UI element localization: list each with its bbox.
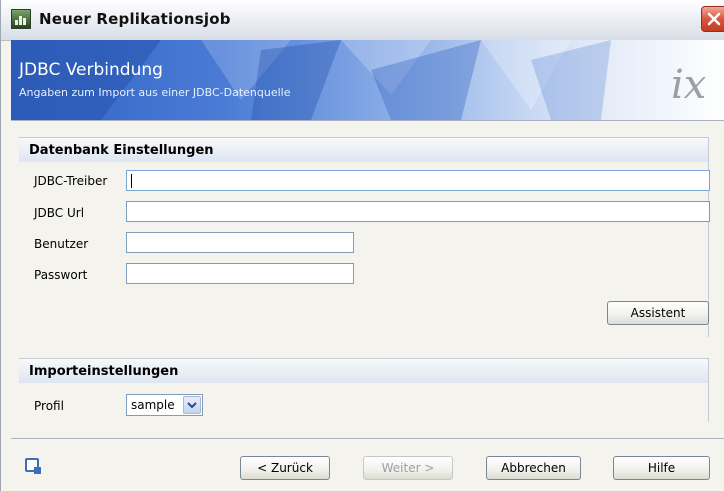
database-settings-group: Datenbank Einstellungen: [19, 137, 709, 337]
window-title: Neuer Replikationsjob: [39, 10, 231, 28]
user-field[interactable]: [126, 232, 354, 253]
profile-label: Profil: [34, 399, 64, 413]
dropdown-button[interactable]: [183, 396, 201, 414]
window-restore-icon[interactable]: [25, 458, 41, 474]
ix-logo: ix: [671, 62, 707, 108]
import-settings-group: Importeinstellungen: [19, 358, 709, 422]
jdbc-url-label: JDBC Url: [34, 206, 85, 220]
import-settings-header: Importeinstellungen: [19, 359, 708, 383]
banner-divider: [11, 120, 724, 121]
password-field[interactable]: [126, 263, 354, 284]
close-button[interactable]: [701, 6, 724, 32]
banner-decoration: [11, 40, 611, 120]
database-settings-header: Datenbank Einstellungen: [19, 138, 708, 162]
banner-title: JDBC Verbindung: [19, 60, 163, 80]
help-button[interactable]: Hilfe: [613, 456, 710, 480]
jdbc-url-field[interactable]: [126, 201, 710, 222]
back-button[interactable]: < Zurück: [240, 456, 330, 480]
database-settings-title: Datenbank Einstellungen: [29, 143, 214, 158]
jdbc-driver-label: JDBC-Treiber: [34, 174, 108, 188]
banner-subtitle: Angaben zum Import aus einer JDBC-Datenq…: [19, 86, 291, 99]
user-label: Benutzer: [34, 237, 89, 251]
text-caret: [131, 174, 132, 188]
chevron-down-icon: [187, 402, 197, 409]
cancel-button[interactable]: Abbrechen: [486, 456, 581, 480]
profile-selected-value: sample: [131, 398, 175, 412]
chart-window-icon: [11, 9, 31, 29]
import-settings-title: Importeinstellungen: [29, 364, 179, 379]
footer-divider: [11, 438, 724, 439]
jdbc-driver-field[interactable]: [126, 170, 710, 191]
close-icon: [707, 12, 721, 26]
next-button[interactable]: Weiter >: [363, 456, 453, 480]
title-bar[interactable]: Neuer Replikationsjob: [1, 0, 724, 41]
assistant-button[interactable]: Assistent: [607, 301, 709, 325]
dialog-window: Neuer Replikationsjob JDBC Verbindung An…: [0, 0, 724, 491]
profile-select[interactable]: sample: [126, 394, 203, 416]
password-label: Passwort: [34, 268, 88, 282]
header-banner: JDBC Verbindung Angaben zum Import aus e…: [11, 40, 724, 120]
